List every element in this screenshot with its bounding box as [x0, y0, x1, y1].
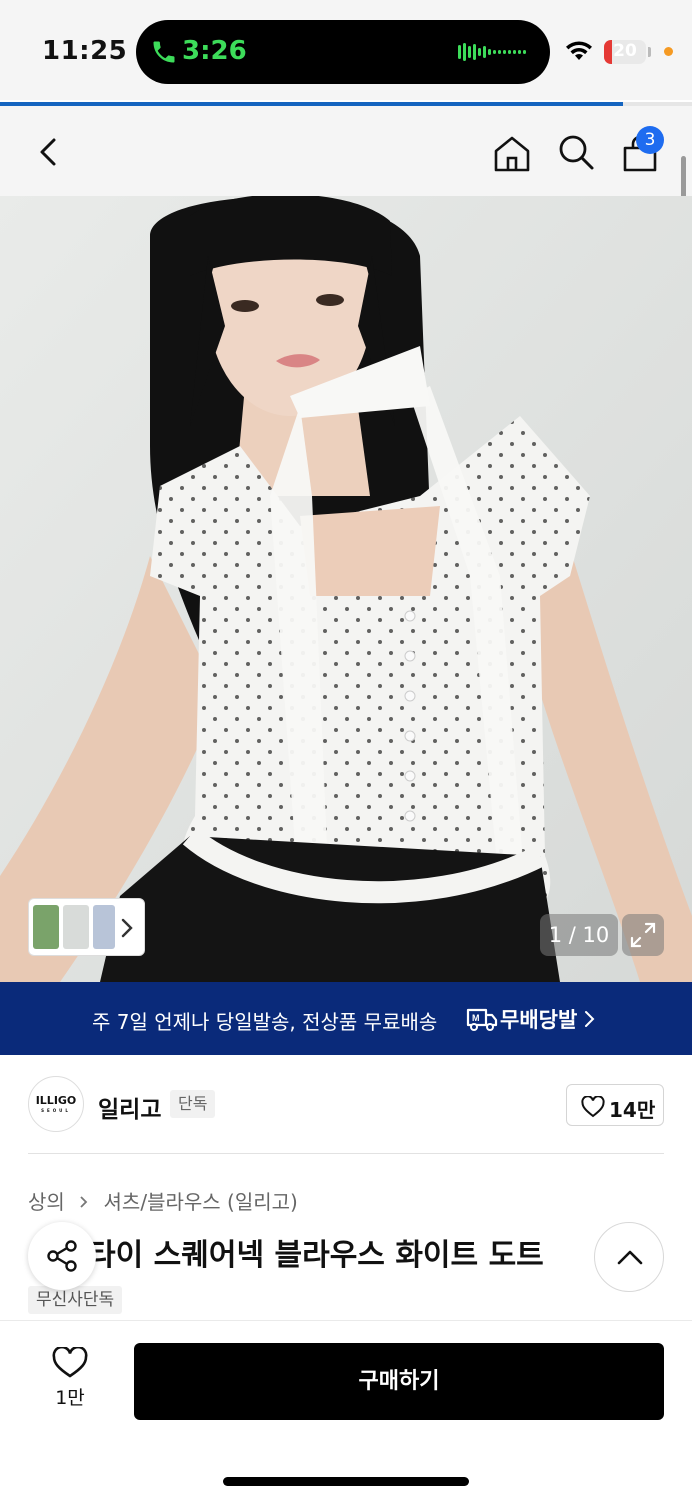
scroll-to-top-button[interactable]: [594, 1222, 664, 1292]
home-icon[interactable]: [492, 134, 532, 174]
product-photo: [0, 196, 692, 982]
breadcrumb-item[interactable]: 셔츠/블라우스 (일리고): [104, 1190, 298, 1214]
brand-logo[interactable]: ILLIGO SEOUL: [28, 1076, 84, 1132]
brand-name[interactable]: 일리고: [98, 1090, 161, 1124]
shipping-banner-text: 주 7일 언제나 당일발송, 전상품 무료배송: [92, 1010, 438, 1034]
share-button[interactable]: [28, 1222, 96, 1290]
svg-text:M: M: [472, 1013, 480, 1023]
share-icon: [47, 1240, 77, 1272]
shipping-brand: 무배당발: [500, 1008, 578, 1032]
thumbnail-image[interactable]: [93, 905, 115, 949]
exclusive-badge: 단독: [170, 1090, 216, 1118]
expand-button[interactable]: [622, 914, 664, 956]
buy-button[interactable]: 구매하기: [134, 1343, 664, 1420]
divider: [28, 1153, 664, 1154]
battery-indicator: 20: [604, 40, 646, 64]
truck-icon: M: [466, 1008, 498, 1031]
expand-icon: [630, 922, 656, 948]
audio-wave-icon: [458, 43, 526, 61]
status-bar: 11:25 3:26 20: [0, 0, 692, 100]
shipping-banner[interactable]: 주 7일 언제나 당일발송, 전상품 무료배송 M 무배당발: [0, 982, 692, 1055]
wishlist-count: 1만: [55, 1387, 85, 1409]
breadcrumb-item[interactable]: 상의: [28, 1190, 65, 1214]
phone-icon: [153, 41, 175, 63]
thumbnail-image[interactable]: [33, 905, 59, 949]
product-title-text: 타이 스퀘어넥 블라우스 화이트 도트: [88, 1238, 544, 1273]
product-title: 타이 스퀘어넥 블라우스 화이트 도트: [28, 1230, 544, 1274]
home-indicator[interactable]: [223, 1477, 469, 1486]
heart-icon: [581, 1096, 605, 1118]
brand-like-count: 14만: [609, 1098, 656, 1122]
chevron-right-icon: [121, 918, 133, 938]
musinsa-exclusive-badge: 무신사단독: [28, 1286, 123, 1314]
heart-icon: [52, 1347, 88, 1378]
wishlist-button[interactable]: 1만: [40, 1347, 100, 1417]
gallery-thumbnail-strip[interactable]: [28, 898, 145, 956]
dynamic-island-call[interactable]: 3:26: [136, 20, 550, 84]
wifi-icon: [566, 41, 592, 60]
cart-count-badge: 3: [636, 126, 664, 154]
chevron-up-icon: [617, 1250, 643, 1265]
top-nav-bar: [0, 106, 692, 196]
brand-logo-text: ILLIGO: [35, 1094, 77, 1107]
status-time: 11:25: [42, 36, 128, 66]
search-icon[interactable]: [556, 132, 596, 172]
image-counter: 1 / 10: [540, 914, 618, 956]
product-image[interactable]: [0, 196, 692, 982]
bottom-action-bar: 1만 구매하기: [0, 1320, 692, 1500]
battery-cap: [648, 47, 651, 57]
thumbnail-image[interactable]: [63, 905, 89, 949]
privacy-indicator: [664, 47, 673, 56]
brand-logo-subtext: SEOUL: [41, 1108, 71, 1113]
chevron-right-icon: [585, 1011, 595, 1027]
chevron-right-icon: [80, 1196, 88, 1208]
back-icon[interactable]: [34, 132, 66, 172]
call-duration: 3:26: [182, 36, 247, 66]
battery-percent: 20: [613, 41, 637, 61]
brand-like-button[interactable]: 14만: [566, 1084, 664, 1126]
breadcrumb: 상의 셔츠/블라우스 (일리고): [28, 1186, 298, 1215]
